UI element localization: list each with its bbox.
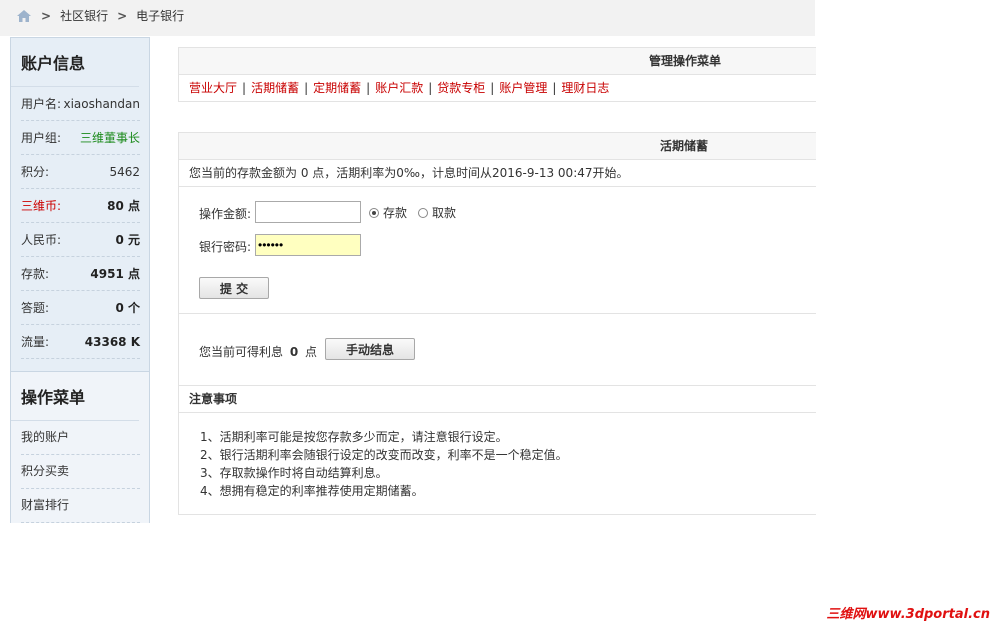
nav-finance-log[interactable]: 理财日志: [561, 81, 609, 95]
breadcrumb-separator: >: [117, 8, 128, 23]
3d-coin-value: 80 点: [107, 199, 140, 213]
ops-menu-section: 操作菜单 我的账户 积分买卖 财富排行: [11, 371, 149, 523]
nav-lobby[interactable]: 营业大厅: [189, 81, 237, 95]
breadcrumb-separator: >: [41, 8, 52, 23]
account-info-title: 账户信息: [11, 38, 139, 87]
manual-settle-button[interactable]: 手动结息: [325, 338, 415, 360]
rmb-value: 0 元: [115, 233, 140, 247]
rmb-label: 人民币:: [21, 233, 62, 247]
info-row-deposit: 存款: 4951 点: [21, 257, 140, 291]
notice-title: 注意事项: [179, 386, 816, 413]
usergroup-value: 三维董事长: [79, 131, 140, 145]
amount-label: 操作金额:: [199, 207, 252, 221]
nav-remittance[interactable]: 账户汇款: [375, 81, 423, 95]
top-bar: > 社区银行 > 电子银行: [0, 0, 815, 36]
notice-list: 1、活期利率可能是按您存款多少而定，请注意银行设定。 2、银行活期利率会随银行设…: [179, 413, 816, 514]
points-label: 积分:: [21, 165, 50, 179]
interest-section: 您当前可得利息 0 点 手动结息: [179, 314, 816, 386]
password-label: 银行密码:: [199, 240, 252, 254]
breadcrumb: > 社区银行 > 电子银行: [16, 7, 184, 24]
password-input[interactable]: [255, 234, 361, 256]
savings-form: 操作金额: 存款 取款 银行密码: 提 交: [179, 187, 816, 314]
info-row-traffic: 流量: 43368 K: [21, 325, 140, 359]
deposit-value: 4951 点: [90, 267, 140, 281]
answers-value: 0 个: [115, 301, 140, 315]
deposit-label: 存款:: [21, 267, 50, 281]
nav-separator: |: [304, 81, 309, 95]
ops-menu-title: 操作菜单: [11, 372, 139, 421]
nav-loans[interactable]: 贷款专柜: [437, 81, 485, 95]
radio-withdraw[interactable]: 取款: [418, 204, 456, 221]
amount-input[interactable]: [255, 201, 361, 223]
traffic-value: 43368 K: [84, 334, 140, 349]
interest-value: 0: [289, 345, 299, 359]
nav-separator: |: [366, 81, 371, 95]
radio-deposit-label: 存款: [383, 206, 408, 220]
nav-current-savings[interactable]: 活期储蓄: [251, 81, 299, 95]
nav-fixed-savings[interactable]: 定期储蓄: [313, 81, 361, 95]
answers-label: 答题:: [21, 301, 50, 315]
nav-separator: |: [552, 81, 557, 95]
savings-title: 活期储蓄: [179, 133, 816, 160]
notice-item: 2、银行活期利率会随银行设定的改变而改变，利率不是一个稳定值。: [200, 448, 568, 462]
usergroup-label: 用户组:: [21, 131, 62, 145]
menu-item-wealth-rank[interactable]: 财富排行: [21, 489, 140, 523]
savings-status-text: 您当前的存款金额为 0 点，活期利率为0‰，计息时间从2016-9-13 00:…: [179, 160, 816, 187]
manage-menu-title: 管理操作菜单: [179, 48, 816, 75]
username-value: xiaoshandan: [63, 96, 140, 111]
watermark: 三维网www.3dportal.cn: [826, 607, 990, 622]
nav-separator: |: [428, 81, 433, 95]
info-row-3d-coin: 三维币: 80 点: [21, 189, 140, 223]
username-label: 用户名:: [21, 97, 62, 111]
traffic-label: 流量:: [21, 335, 50, 349]
info-row-username: 用户名: xiaoshandan: [21, 87, 140, 121]
nav-separator: |: [242, 81, 247, 95]
menu-item-points-trade[interactable]: 积分买卖: [21, 455, 140, 489]
notice-item: 3、存取款操作时将自动结算利息。: [200, 466, 388, 480]
3d-coin-label: 三维币:: [21, 199, 62, 213]
interest-prefix: 您当前可得利息: [199, 345, 284, 359]
menu-item-my-account[interactable]: 我的账户: [21, 421, 140, 455]
info-row-usergroup: 用户组: 三维董事长: [21, 121, 140, 155]
radio-deposit[interactable]: 存款: [369, 204, 407, 221]
points-value: 5462: [109, 164, 140, 179]
info-row-points: 积分: 5462: [21, 155, 140, 189]
sidebar: 账户信息 用户名: xiaoshandan 用户组: 三维董事长 积分: 546…: [10, 37, 150, 523]
notice-item: 4、想拥有稳定的利率推荐使用定期储蓄。: [200, 484, 424, 498]
nav-account-manage[interactable]: 账户管理: [499, 81, 547, 95]
nav-separator: |: [490, 81, 495, 95]
manage-menu-panel: 管理操作菜单 营业大厅 | 活期储蓄 | 定期储蓄 | 账户汇款 | 贷款专柜 | 账户管理 | 理财日…: [178, 47, 816, 102]
info-row-rmb: 人民币: 0 元: [21, 223, 140, 257]
interest-unit: 点: [305, 345, 318, 359]
manage-nav: 营业大厅 | 活期储蓄 | 定期储蓄 | 账户汇款 | 贷款专柜 | 账户管理 | 理财日志: [179, 75, 816, 101]
home-icon[interactable]: [16, 9, 32, 23]
info-row-answers: 答题: 0 个: [21, 291, 140, 325]
notice-item: 1、活期利率可能是按您存款多少而定，请注意银行设定。: [200, 430, 508, 444]
radio-checked-icon: [369, 207, 379, 218]
interest-text: 您当前可得利息 0 点: [199, 343, 317, 360]
radio-unchecked-icon: [418, 207, 428, 218]
breadcrumb-community-bank[interactable]: 社区银行: [60, 7, 108, 24]
submit-button[interactable]: 提 交: [199, 277, 269, 299]
radio-withdraw-label: 取款: [432, 206, 457, 220]
breadcrumb-ebank[interactable]: 电子银行: [136, 7, 184, 24]
savings-panel: 活期储蓄 您当前的存款金额为 0 点，活期利率为0‰，计息时间从2016-9-1…: [178, 132, 816, 515]
